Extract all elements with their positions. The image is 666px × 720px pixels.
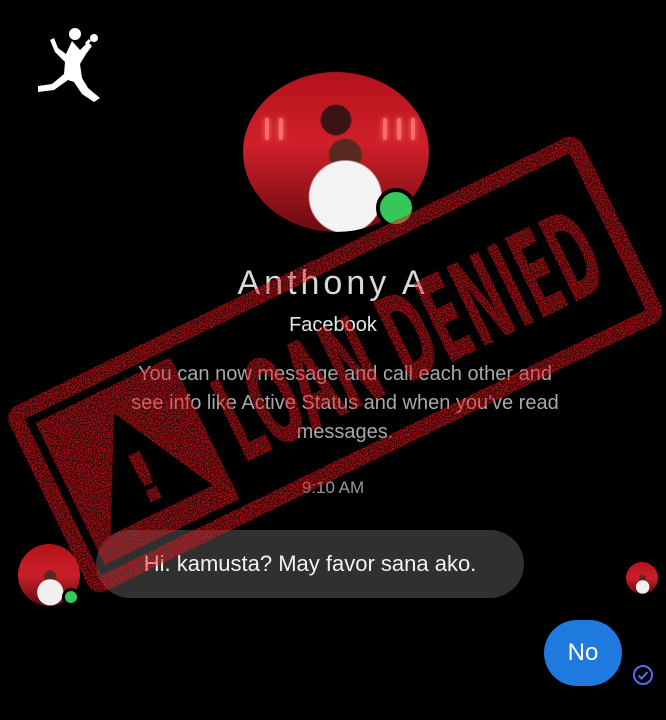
jumpman-logo-icon [38,28,100,102]
online-status-icon [62,588,80,606]
online-status-icon [376,188,416,228]
incoming-message-bubble[interactable]: Hi. kamusta? May favor sana ako. [96,530,524,598]
connection-info-text: You can now message and call each other … [131,363,559,443]
seen-check-icon [633,665,653,685]
outgoing-message-bubble[interactable]: No [544,620,622,686]
seen-by-avatar [626,562,658,594]
contact-subtitle: Facebook [289,314,377,336]
message-timestamp: 9:10 AM [301,478,365,497]
contact-name[interactable]: Anthony A [0,264,666,303]
messenger-screen: Anthony A Facebook You can now message a… [0,0,666,720]
